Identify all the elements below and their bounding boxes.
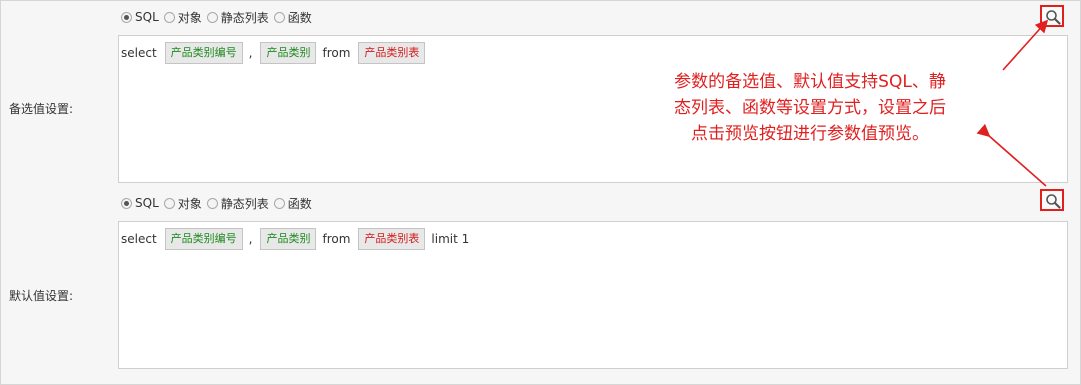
arrow-to-top-preview [1002, 19, 1049, 71]
arrow-to-bottom-preview [976, 123, 1047, 187]
annotation-arrows [976, 19, 1049, 187]
